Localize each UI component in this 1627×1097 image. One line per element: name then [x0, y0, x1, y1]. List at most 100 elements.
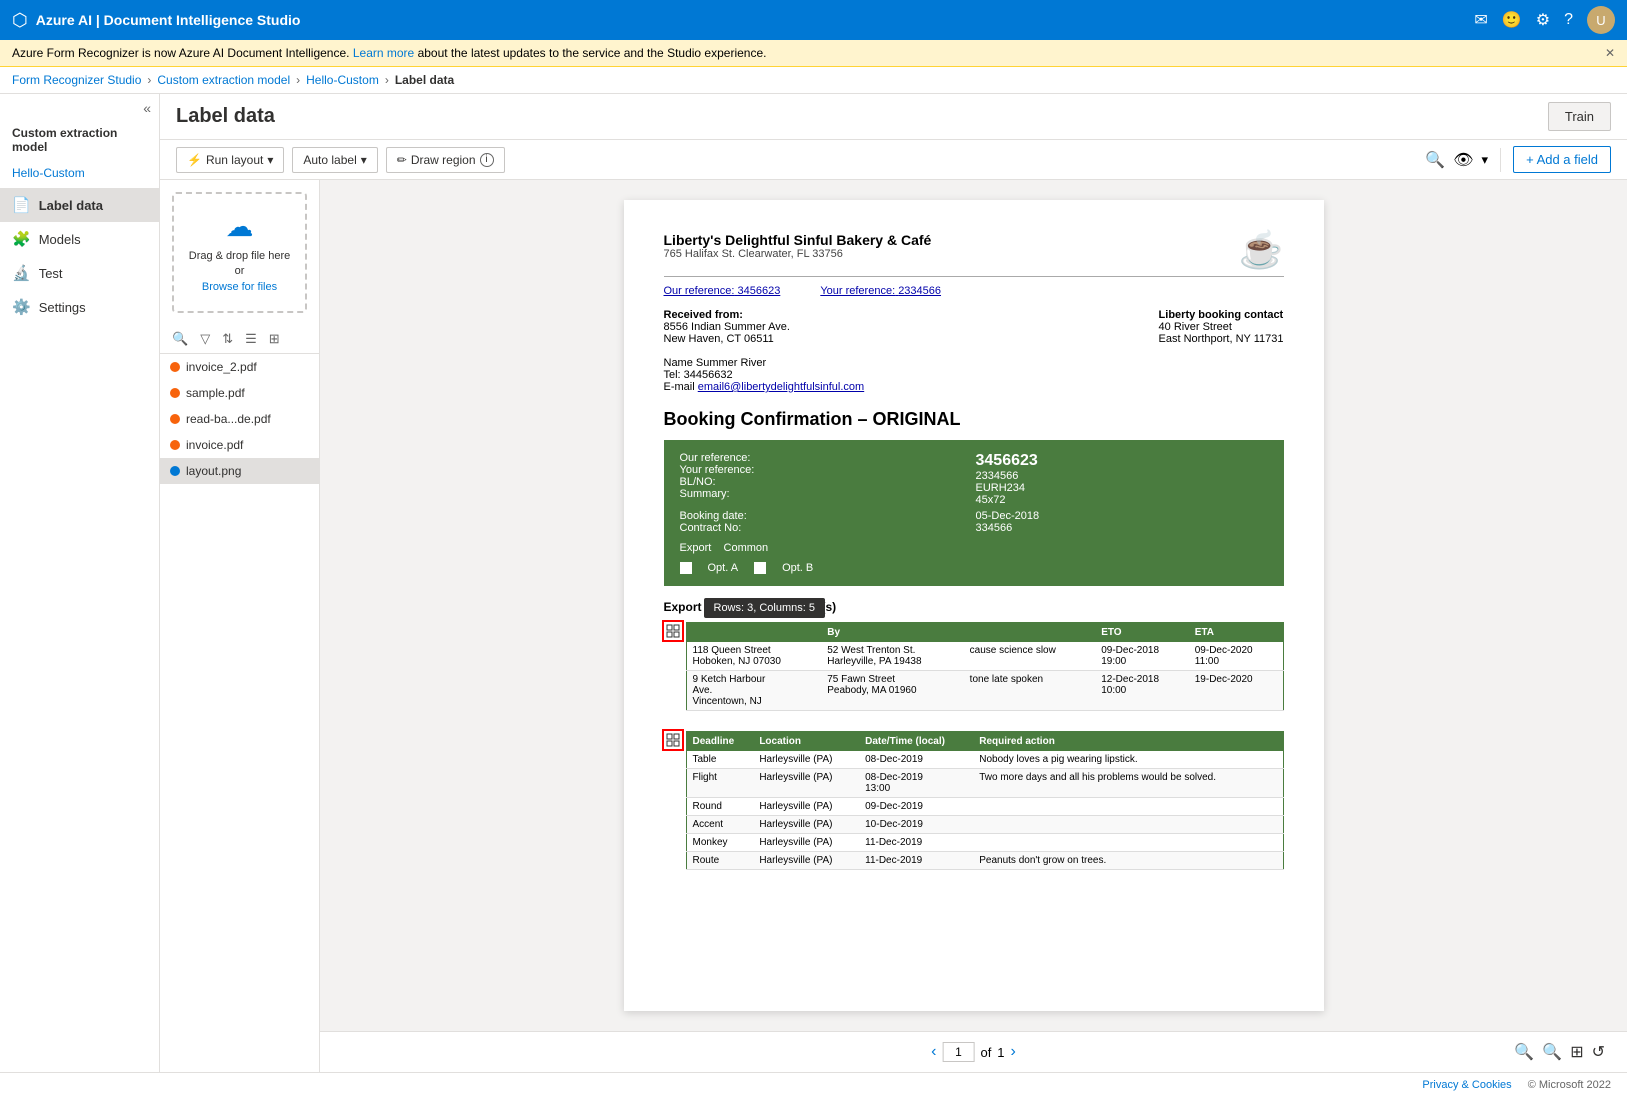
file-search-icon[interactable]: 🔍	[168, 329, 192, 349]
privacy-link[interactable]: Privacy & Cookies	[1422, 1079, 1511, 1091]
file-sort-icon[interactable]: ⇅	[218, 329, 237, 349]
breadcrumb-form-recognizer[interactable]: Form Recognizer Studio	[12, 73, 141, 87]
work-area: ☁ Drag & drop file here or Browse for fi…	[160, 180, 1627, 1072]
file-item-selected[interactable]: layout.png	[160, 458, 319, 484]
draw-region-button[interactable]: ✏ Draw region i	[386, 147, 505, 173]
received-addr1: 8556 Indian Summer Ave.	[664, 321, 790, 333]
t2r6c3: 11-Dec-2019	[859, 852, 973, 870]
table2-col3-header: Date/Time (local)	[859, 732, 973, 752]
file-filter-icon[interactable]: ▽	[196, 329, 214, 349]
table-row: 9 Ketch HarbourAve.Vincentown, NJ 75 Faw…	[686, 671, 1283, 711]
pagination-row: ‹ 1 of 1 › 🔍 🔍 ⊞ ↺	[330, 1042, 1617, 1062]
train-button[interactable]: Train	[1548, 102, 1611, 131]
table1-r2c2: 75 Fawn StreetPeabody, MA 01960	[821, 671, 963, 711]
draw-region-info-icon: i	[480, 153, 494, 167]
sidebar-item-settings[interactable]: ⚙️ Settings	[0, 290, 159, 324]
upload-area[interactable]: ☁ Drag & drop file here or Browse for fi…	[172, 192, 307, 313]
file-item[interactable]: sample.pdf	[160, 380, 319, 406]
auto-label-label: Auto label	[303, 153, 356, 167]
email-link[interactable]: email6@libertydelightfulsinful.com	[698, 381, 864, 393]
view-icon[interactable]: 👁	[1453, 150, 1473, 170]
zoom-fit-btn[interactable]: ⊞	[1570, 1042, 1583, 1062]
file-item[interactable]: invoice_2.pdf	[160, 354, 319, 380]
breadcrumb-sep-2: ›	[296, 73, 300, 87]
sidebar-item-models[interactable]: 🧩 Models	[0, 222, 159, 256]
coffee-icon: ☕	[1239, 232, 1284, 268]
auto-label-button[interactable]: Auto label ▾	[292, 147, 377, 173]
tel-field: Tel: 34456632	[664, 369, 1284, 381]
table1-r2c1: 9 Ketch HarbourAve.Vincentown, NJ	[686, 671, 821, 711]
settings-icon[interactable]: ⚙	[1536, 10, 1550, 30]
our-ref: Our reference: 3456623	[664, 285, 781, 297]
file-status-dot	[170, 440, 180, 450]
table-tooltip: Rows: 3, Columns: 5	[704, 598, 825, 618]
sidebar-item-test[interactable]: 🔬 Test	[0, 256, 159, 290]
file-grid-icon[interactable]: ⊞	[265, 329, 284, 349]
run-layout-icon: ⚡	[187, 153, 202, 167]
bakery-info: Liberty's Delightful Sinful Bakery & Caf…	[664, 232, 932, 260]
t2r5c2: Harleysville (PA)	[753, 834, 859, 852]
emoji-icon[interactable]: 🙂	[1502, 10, 1522, 30]
doc-divider	[664, 276, 1284, 277]
user-avatar[interactable]: U	[1587, 6, 1615, 34]
sidebar-project: Hello-Custom	[0, 162, 159, 188]
add-field-button[interactable]: + Add a field	[1513, 146, 1611, 173]
search-icon[interactable]: 🔍	[1425, 150, 1445, 170]
zoom-reset-btn[interactable]: ↺	[1592, 1042, 1605, 1062]
table1-r2c5: 19-Dec-2020	[1189, 671, 1283, 711]
azure-logo: ⬡	[12, 10, 28, 31]
prev-page-btn[interactable]: ‹	[931, 1043, 936, 1061]
breadcrumb-hello-custom[interactable]: Hello-Custom	[306, 73, 379, 87]
file-list: invoice_2.pdf sample.pdf read-ba...de.pd…	[160, 354, 319, 1072]
table-row: 118 Queen StreetHoboken, NJ 07030 52 Wes…	[686, 642, 1283, 671]
breadcrumb-custom-model[interactable]: Custom extraction model	[157, 73, 290, 87]
t2r2c3: 08-Dec-201913:00	[859, 769, 973, 798]
pagination-center: ‹ 1 of 1 ›	[931, 1042, 1016, 1062]
table2-col4-header: Required action	[973, 732, 1283, 752]
notification-link[interactable]: Learn more	[353, 46, 414, 60]
run-layout-button[interactable]: ⚡ Run layout ▾	[176, 147, 284, 173]
run-layout-dropdown-icon: ▾	[267, 153, 273, 167]
next-page-btn[interactable]: ›	[1011, 1043, 1016, 1061]
t2r3c2: Harleysville (PA)	[753, 798, 859, 816]
table-row: Flight Harleysville (PA) 08-Dec-201913:0…	[686, 769, 1283, 798]
email-icon[interactable]: ✉	[1474, 10, 1487, 30]
t2r1c2: Harleysville (PA)	[753, 751, 859, 769]
table2-col1-header: Deadline	[686, 732, 753, 752]
file-item[interactable]: invoice.pdf	[160, 432, 319, 458]
file-name: sample.pdf	[186, 386, 245, 400]
sidebar-collapse-btn[interactable]: «	[143, 100, 151, 116]
label-data-icon: 📄	[12, 196, 31, 214]
doc-content[interactable]: Liberty's Delightful Sinful Bakery & Caf…	[320, 180, 1627, 1031]
table1-r2c3: tone late spoken	[964, 671, 1096, 711]
t2r3c1: Round	[686, 798, 753, 816]
table1-icon-btn[interactable]	[662, 620, 684, 642]
green-export: Export Common	[680, 542, 1268, 554]
page-number-input[interactable]: 1	[942, 1042, 974, 1062]
view-dropdown-icon[interactable]: ▾	[1482, 152, 1489, 168]
sidebar-item-label-data[interactable]: 📄 Label data	[0, 188, 159, 222]
booking-title: Booking Confirmation – ORIGINAL	[664, 409, 1284, 430]
t2r1c4: Nobody loves a pig wearing lipstick.	[973, 751, 1283, 769]
green-dates: Booking date: Contract No:	[680, 510, 972, 534]
file-list-icon[interactable]: ☰	[241, 329, 261, 349]
table2-icon-btn[interactable]	[662, 729, 684, 751]
browse-link[interactable]: Browse for files	[202, 281, 277, 293]
file-item[interactable]: read-ba...de.pdf	[160, 406, 319, 432]
help-icon[interactable]: ?	[1564, 11, 1573, 29]
t2r2c4: Two more days and all his problems would…	[973, 769, 1283, 798]
t2r3c4	[973, 798, 1283, 816]
bakery-address: 765 Halifax St. Clearwater, FL 33756	[664, 248, 932, 260]
email-field: E-mail email6@libertydelightfulsinful.co…	[664, 381, 1284, 393]
doc-header: Liberty's Delightful Sinful Bakery & Caf…	[664, 232, 1284, 268]
opt-row: Opt. A Opt. B	[680, 562, 1268, 574]
zoom-in-btn[interactable]: 🔍	[1542, 1042, 1562, 1062]
notification-close[interactable]: ✕	[1605, 46, 1615, 60]
sidebar-section-title: Custom extraction model	[0, 122, 159, 162]
zoom-out-btn[interactable]: 🔍	[1514, 1042, 1534, 1062]
zoom-controls: 🔍 🔍 ⊞ ↺	[1514, 1042, 1617, 1062]
t2r1c3: 08-Dec-2019	[859, 751, 973, 769]
sidebar-models-text: Models	[39, 232, 81, 247]
t2r4c4	[973, 816, 1283, 834]
t2r4c1: Accent	[686, 816, 753, 834]
